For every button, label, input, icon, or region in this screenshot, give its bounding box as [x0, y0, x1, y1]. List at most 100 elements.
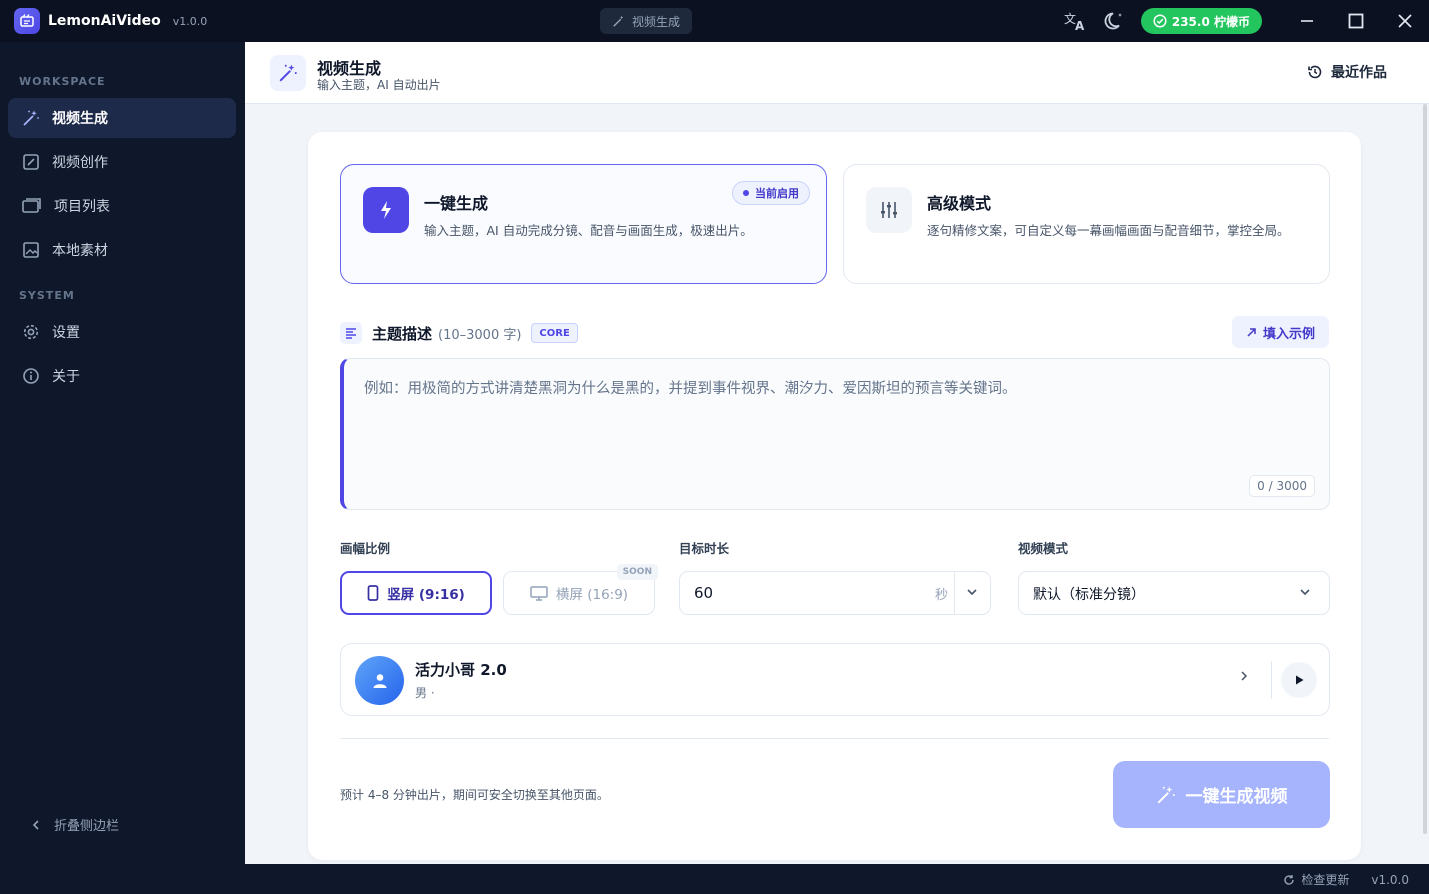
ratio-portrait-label: 竖屏 (9:16): [387, 587, 465, 603]
generate-video-label: 一键生成视频: [1185, 787, 1288, 807]
sidebar-item-label: 本地素材: [52, 243, 108, 259]
active-badge-label: 当前启用: [755, 187, 799, 200]
magic-wand-icon: [270, 55, 306, 91]
current-page-label: 视频生成: [632, 14, 681, 29]
arrow-up-right-icon: [1247, 327, 1256, 337]
scrollbar[interactable]: [1423, 104, 1427, 834]
mode-title: 高级模式: [927, 194, 992, 213]
page-subtitle: 输入主题，AI 自动出片: [317, 78, 441, 92]
active-badge: 当前启用: [732, 181, 810, 205]
divider: [954, 572, 955, 614]
video-mode-label: 视频模式: [1018, 541, 1069, 556]
info-icon: [23, 368, 39, 384]
sidebar-item-local-assets[interactable]: 本地素材: [8, 230, 236, 270]
recent-works-label: 最近作品: [1331, 65, 1387, 81]
main-content: 视频生成 输入主题，AI 自动出片 最近作品 一键生成 输入主题，AI 自动完成…: [245, 42, 1429, 864]
eta-note: 预计 4–8 分钟出片，期间可安全切换至其他页面。: [340, 788, 609, 802]
phone-icon: [367, 585, 379, 601]
recent-works-button[interactable]: 最近作品: [1307, 62, 1387, 82]
duration-input[interactable]: 60 秒: [679, 571, 991, 615]
video-mode-value: 默认（标准分镜）: [1033, 587, 1145, 603]
mode-card-advanced[interactable]: 高级模式 逐句精修文案，可自定义每一幕画幅画面与配音细节，掌控全局。: [843, 164, 1330, 284]
coin-balance: 235.0 柠檬币: [1171, 14, 1250, 29]
sidebar: WORKSPACE 视频生成 视频创作 项目列表 本地素材 SYSTEM 设置 …: [0, 42, 245, 864]
ratio-landscape-label: 横屏 (16:9): [555, 587, 629, 603]
soon-badge: SOON: [616, 564, 658, 580]
collapse-sidebar-label: 折叠侧边栏: [54, 819, 120, 834]
translate-icon[interactable]: 文A: [1055, 0, 1095, 42]
sidebar-item-about[interactable]: 关于: [8, 356, 236, 396]
sidebar-item-label: 视频创作: [52, 155, 108, 171]
moon-icon[interactable]: [1095, 0, 1135, 42]
magic-wand-icon: [23, 110, 39, 126]
voice-name: 活力小哥 2.0: [415, 661, 507, 679]
chevron-right-icon[interactable]: [1239, 670, 1249, 682]
status-dot: [743, 190, 749, 196]
history-icon: [1308, 65, 1322, 79]
system-section-title: SYSTEM: [19, 289, 75, 302]
fill-example-button[interactable]: 填入示例: [1231, 316, 1329, 348]
brand: LemonAiVideo v1.0.0: [0, 8, 245, 34]
voice-avatar: [355, 656, 404, 705]
generate-video-button[interactable]: 一键生成视频: [1113, 761, 1330, 828]
topic-textarea[interactable]: 例如：用极简的方式讲清楚黑洞为什么是黑的，并提到事件视界、潮汐力、爱因斯坦的预言…: [340, 358, 1330, 510]
check-update-button[interactable]: 检查更新: [1283, 871, 1349, 888]
coin-balance-badge[interactable]: 235.0 柠檬币: [1140, 8, 1262, 34]
sidebar-item-label: 项目列表: [54, 199, 110, 215]
page-header: 视频生成 输入主题，AI 自动出片 最近作品: [245, 42, 1429, 104]
sidebar-item-projects[interactable]: 项目列表: [8, 186, 236, 226]
monitor-icon: [530, 586, 548, 601]
magic-wand-icon: [1157, 786, 1175, 803]
voice-meta: 男 ·: [415, 686, 435, 700]
duration-unit: 秒: [934, 588, 948, 603]
text-align-icon: [340, 322, 362, 344]
play-preview-button[interactable]: [1281, 662, 1317, 698]
play-icon: [1296, 675, 1304, 685]
magic-wand-icon: [613, 15, 624, 27]
sidebar-item-video-create[interactable]: 视频创作: [8, 142, 236, 182]
status-bar: 检查更新 v1.0.0: [0, 864, 1429, 894]
workspace-section-title: WORKSPACE: [19, 75, 106, 88]
app-name: LemonAiVideo: [48, 13, 161, 29]
sidebar-item-label: 视频生成: [52, 111, 108, 127]
mode-desc: 逐句精修文案，可自定义每一幕画幅画面与配音细节，掌控全局。: [927, 223, 1290, 238]
char-counter: 0 / 3000: [1249, 475, 1315, 497]
duration-value: 60: [694, 584, 714, 602]
chevron-down-icon: [1300, 589, 1310, 596]
title-bar: LemonAiVideo v1.0.0 视频生成 文A 235.0 柠檬币: [0, 0, 1429, 42]
edit-square-icon: [23, 154, 39, 170]
topic-length-hint: (10–3000 字): [438, 327, 522, 343]
divider: [340, 738, 1329, 739]
mode-desc: 输入主题，AI 自动完成分镜、配音与画面生成，极速出片。: [424, 223, 753, 238]
ratio-portrait-button[interactable]: 竖屏 (9:16): [340, 571, 492, 615]
close-button[interactable]: [1380, 0, 1429, 42]
sidebar-item-settings[interactable]: 设置: [8, 312, 236, 352]
svg-text:A: A: [1075, 19, 1085, 32]
divider: [1271, 661, 1272, 699]
ratio-label: 画幅比例: [340, 541, 391, 556]
minimize-button[interactable]: [1282, 0, 1331, 42]
topic-label: 主题描述: [372, 324, 433, 343]
sidebar-item-video-generate[interactable]: 视频生成: [8, 98, 236, 138]
folder-icon: [22, 198, 41, 213]
mode-title: 一键生成: [424, 194, 489, 213]
gear-icon: [23, 324, 39, 340]
topic-section-header: 主题描述 (10–3000 字) CORE 填入示例: [340, 316, 1329, 348]
sliders-icon: [866, 187, 912, 233]
refresh-icon: [1284, 874, 1295, 885]
check-circle-icon: [1153, 14, 1167, 28]
sidebar-item-label: 关于: [52, 369, 80, 385]
maximize-button[interactable]: [1331, 0, 1380, 42]
ratio-landscape-button[interactable]: 横屏 (16:9) SOON: [503, 564, 658, 615]
status-version: v1.0.0: [1371, 872, 1409, 887]
image-icon: [23, 242, 39, 258]
collapse-sidebar-button[interactable]: 折叠侧边栏: [30, 815, 119, 834]
topic-placeholder: 例如：用极简的方式讲清楚黑洞为什么是黑的，并提到事件视界、潮汐力、爱因斯坦的预言…: [364, 381, 1017, 397]
video-mode-select[interactable]: 默认（标准分镜）: [1018, 571, 1330, 615]
lightning-icon: [363, 187, 409, 233]
fill-example-label: 填入示例: [1262, 326, 1315, 342]
chevron-down-icon[interactable]: [966, 586, 978, 598]
voice-selector[interactable]: 活力小哥 2.0 男 ·: [340, 643, 1330, 716]
mode-card-quick[interactable]: 一键生成 输入主题，AI 自动完成分镜、配音与画面生成，极速出片。 当前启用: [340, 164, 827, 284]
chevron-left-icon: [32, 819, 39, 830]
